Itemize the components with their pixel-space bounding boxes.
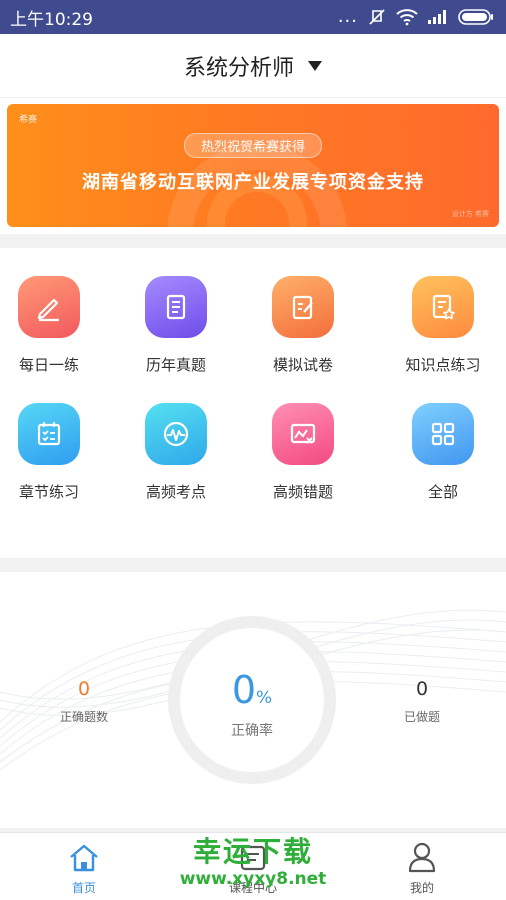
grid-icon-bg <box>18 276 80 338</box>
accuracy-number: 0 <box>231 668 257 712</box>
accuracy-label: 正确率 <box>231 723 273 739</box>
done-count-value: 0 <box>415 678 429 700</box>
banner-headline: 湖南省移动互联网产业发展专项资金支持 <box>82 172 424 193</box>
done-count-stat: 0 已做题 <box>362 678 482 725</box>
promo-banner[interactable]: 希赛 热烈祝贺希赛获得 湖南省移动互联网产业发展专项资金支持 设计方 希赛 <box>7 104 499 227</box>
grid-item-label: 高频考点 <box>145 483 206 501</box>
tab-icon-wrap <box>357 833 487 873</box>
error-chart-icon <box>290 423 316 444</box>
correct-count-stat: 0 正确题数 <box>24 678 144 725</box>
checklist-icon <box>37 422 61 446</box>
pencil-icon <box>37 298 59 322</box>
star-document-icon <box>432 294 455 320</box>
tab-mine-label: 我的 <box>409 881 434 895</box>
mute-icon <box>369 9 385 25</box>
correct-count-value: 0 <box>77 678 91 700</box>
grid-item-label: 每日一练 <box>18 356 79 374</box>
grid-icon-bg <box>145 276 207 338</box>
grid-item-knowledge-practice[interactable]: 知识点练习 <box>380 276 506 375</box>
grid-icon-bg <box>18 403 80 465</box>
bottom-tab-bar: 首页 课程中心 我的 <box>0 832 506 900</box>
signal-icon <box>428 10 446 24</box>
accuracy-unit: % <box>256 688 273 708</box>
grid-icon-bg <box>412 276 474 338</box>
section-divider <box>0 234 506 248</box>
grid-item-chapter-practice[interactable]: 章节练习 <box>0 403 112 502</box>
banner-brand-logo: 希赛 <box>19 115 38 125</box>
tab-icon-wrap <box>188 833 318 873</box>
grid-item-all[interactable]: 全部 <box>380 403 506 502</box>
grid-icon-bg <box>412 403 474 465</box>
banner-pill-text: 热烈祝贺希赛获得 <box>183 133 323 158</box>
grid-item-mock-exam[interactable]: 模拟试卷 <box>240 276 366 375</box>
person-icon <box>408 842 436 873</box>
grid-item-frequent-mistakes[interactable]: 高频错题 <box>240 403 366 502</box>
grid-item-label: 历年真题 <box>145 356 206 374</box>
grid-item-label: 模拟试卷 <box>272 356 333 374</box>
dropdown-caret-icon[interactable] <box>308 60 322 71</box>
grid-item-hot-topics[interactable]: 高频考点 <box>113 403 239 502</box>
grid-item-daily-practice[interactable]: 每日一练 <box>0 276 112 375</box>
grid-icon-bg <box>145 403 207 465</box>
grid-icon <box>431 422 455 446</box>
wifi-icon <box>396 9 418 26</box>
status-bar: 上午10:29 ... <box>0 0 506 34</box>
grid-icon-bg <box>272 276 334 338</box>
grid-item-label: 知识点练习 <box>405 356 481 374</box>
feature-grid: 每日一练 历年真题 模拟试卷 知识点练习 章节练习 高频考点 高频错题 全部 <box>0 248 506 558</box>
status-icons: ... <box>338 7 494 27</box>
grid-item-label: 章节练习 <box>18 483 79 501</box>
done-count-label: 已做题 <box>403 710 440 724</box>
correct-count-label: 正确题数 <box>59 710 108 724</box>
grid-item-past-exams[interactable]: 历年真题 <box>113 276 239 375</box>
title-bar[interactable]: 系统分析师 <box>0 34 506 98</box>
accuracy-value: 0% <box>168 668 336 712</box>
tab-course-label: 课程中心 <box>228 881 277 895</box>
subject-selector-title[interactable]: 系统分析师 <box>184 50 294 82</box>
wave-chart-icon <box>163 421 189 447</box>
edit-paper-icon <box>292 295 313 320</box>
grid-item-label: 高频错题 <box>272 483 333 501</box>
grid-icon-bg <box>272 403 334 465</box>
stats-panel: 0% 正确率 0 正确题数 0 已做题 <box>0 572 506 828</box>
tab-course-center[interactable]: 课程中心 <box>188 833 318 896</box>
document-icon <box>166 294 186 320</box>
battery-icon <box>458 9 493 25</box>
clock: 上午10:29 <box>10 9 93 30</box>
tab-home-label: 首页 <box>71 881 96 895</box>
banner-corner-text: 设计方 希赛 <box>451 210 489 218</box>
home-icon <box>70 844 98 872</box>
grid-item-label: 全部 <box>427 483 458 501</box>
section-divider <box>0 558 506 572</box>
tab-home[interactable]: 首页 <box>19 833 149 896</box>
tab-icon-wrap <box>19 833 149 873</box>
more-dots-icon: ... <box>337 6 358 27</box>
course-icon <box>240 845 266 871</box>
tab-mine[interactable]: 我的 <box>357 833 487 896</box>
